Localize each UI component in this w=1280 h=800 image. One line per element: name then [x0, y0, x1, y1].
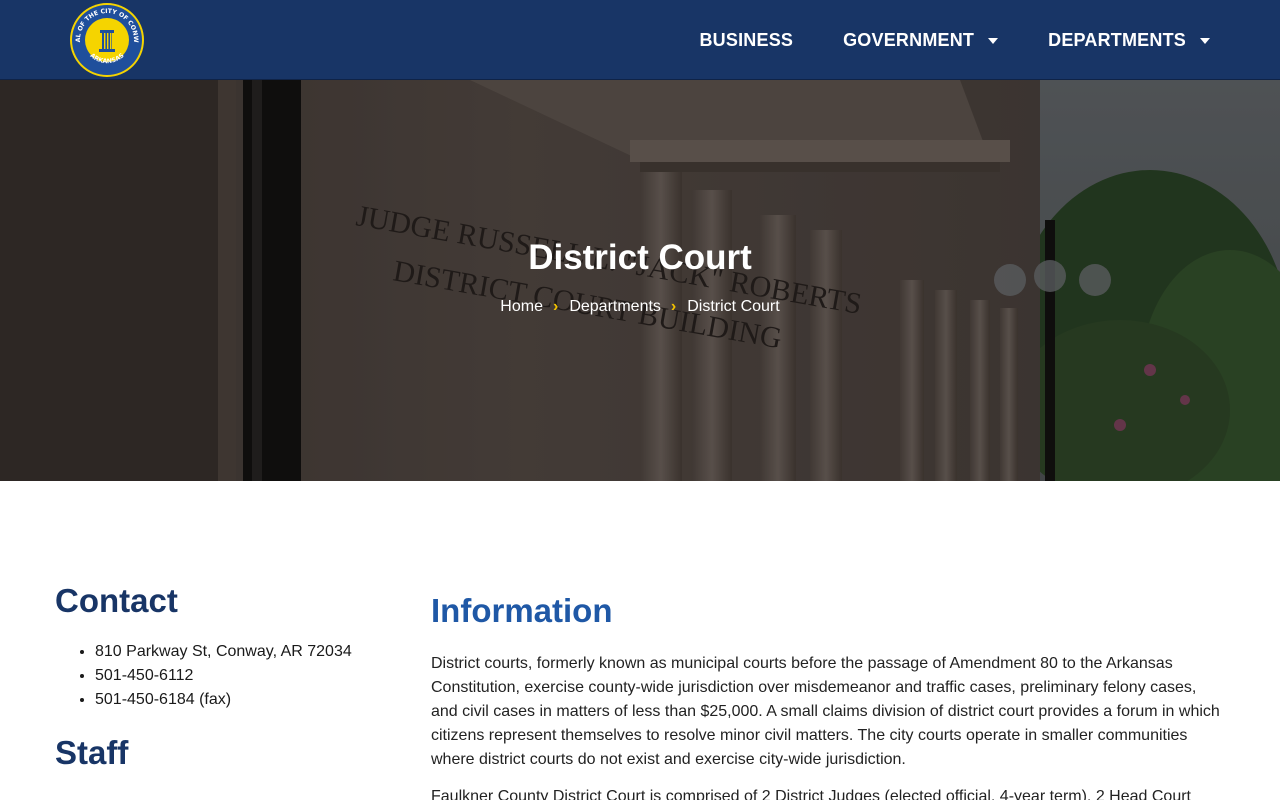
contact-heading: Contact — [55, 582, 178, 619]
contact-sidebar: Contact 810 Parkway St, Conway, AR 72034… — [55, 582, 385, 772]
information-section: Information District courts, formerly kn… — [431, 592, 1221, 800]
contact-fax: 501-450-6184 (fax) — [95, 688, 385, 712]
breadcrumb-departments[interactable]: Departments — [569, 298, 661, 316]
staff-heading: Staff — [55, 734, 129, 771]
main-nav: BUSINESS GOVERNMENT DEPARTMENTS — [649, 0, 1210, 80]
page-title: District Court — [528, 238, 752, 277]
information-paragraph: Faulkner County District Court is compri… — [431, 788, 1191, 800]
nav-government-label: GOVERNMENT — [843, 29, 975, 50]
information-heading: Information — [431, 592, 613, 629]
information-paragraph: District courts, formerly known as munic… — [431, 655, 1220, 768]
courthouse-photo: JUDGE RUSSELL L. "JACK" ROBERTS DISTRICT… — [0, 80, 1280, 481]
hero-banner: JUDGE RUSSELL L. "JACK" ROBERTS DISTRICT… — [0, 80, 1280, 481]
caret-down-icon — [1200, 38, 1210, 44]
nav-business[interactable]: BUSINESS — [699, 30, 793, 51]
breadcrumb-current: District Court — [687, 298, 780, 315]
breadcrumb: Home › Departments › District Court — [0, 298, 1280, 316]
nav-departments[interactable]: DEPARTMENTS — [1048, 30, 1210, 51]
site-header: SEAL OF THE CITY OF CONWAY ARKANSAS BUSI… — [0, 0, 1280, 80]
chevron-right-icon: › — [552, 298, 559, 315]
nav-business-label: BUSINESS — [699, 29, 794, 50]
nav-departments-label: DEPARTMENTS — [1048, 29, 1186, 50]
city-seal-logo[interactable]: SEAL OF THE CITY OF CONWAY ARKANSAS — [65, 0, 146, 78]
contact-address: 810 Parkway St, Conway, AR 72034 — [95, 640, 385, 664]
chevron-right-icon: › — [670, 298, 677, 315]
caret-down-icon — [988, 38, 999, 44]
breadcrumb-home[interactable]: Home — [500, 298, 543, 316]
contact-list: 810 Parkway St, Conway, AR 72034 501-450… — [95, 640, 385, 712]
contact-phone[interactable]: 501-450-6112 — [95, 664, 385, 688]
nav-government[interactable]: GOVERNMENT — [843, 29, 999, 51]
